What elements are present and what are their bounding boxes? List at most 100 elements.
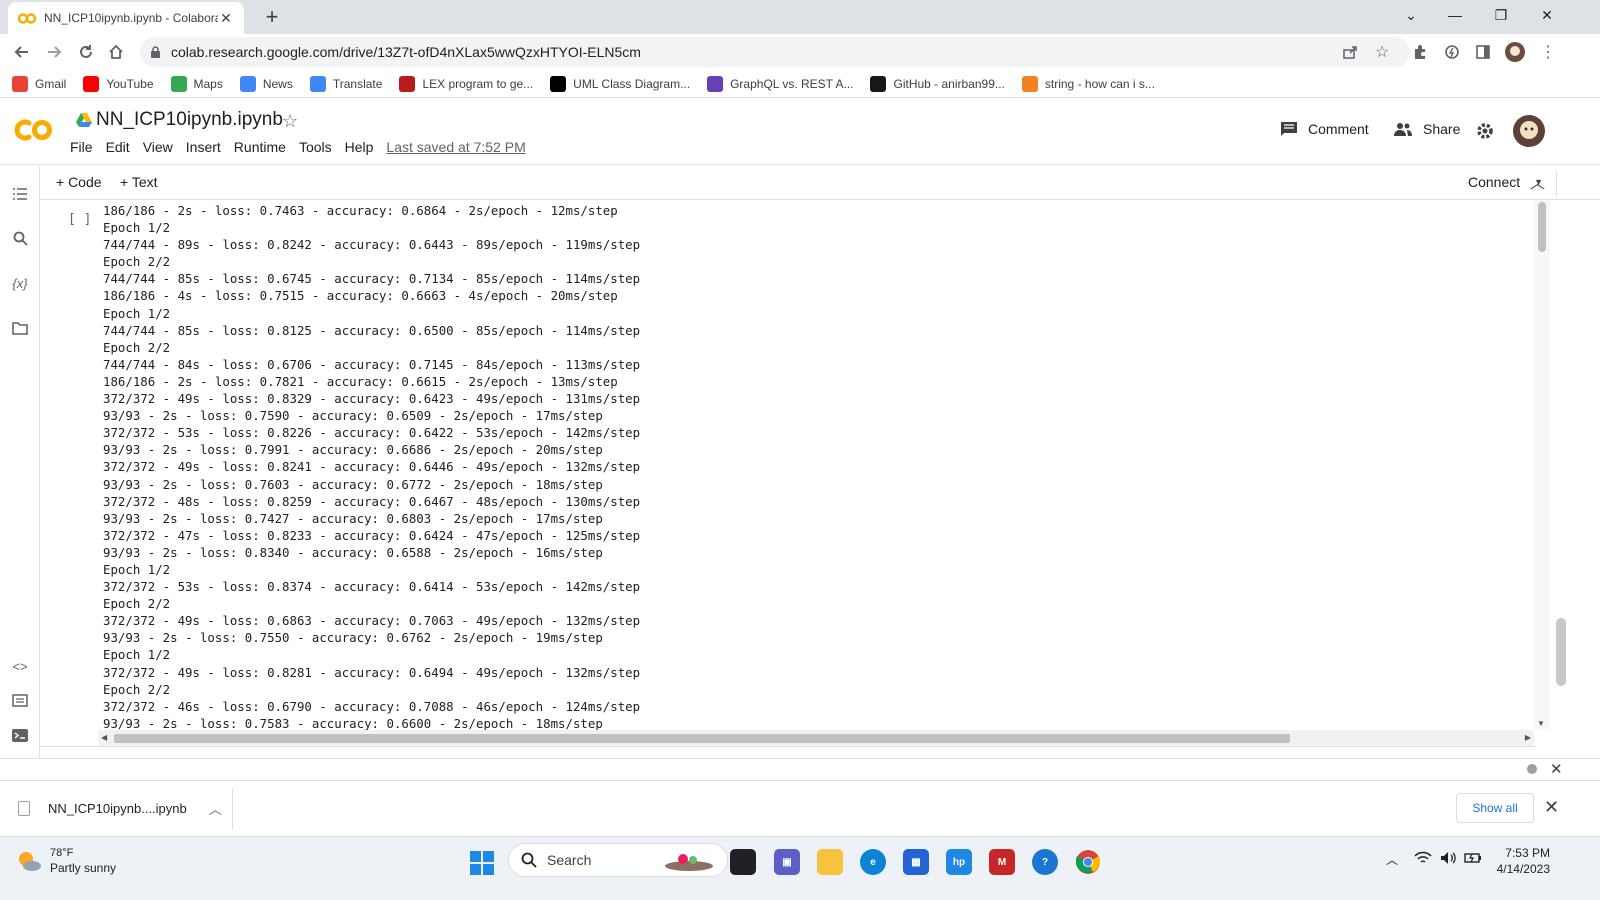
collapse-header-icon[interactable]: ︿ [1530,172,1545,193]
bookmark-label: LEX program to ge... [422,76,534,91]
menu-file[interactable]: File [70,139,93,155]
run-cell-marker[interactable]: [ ] [68,212,91,227]
weather-widget[interactable]: 78°F Partly sunny [16,847,116,875]
scroll-down-arrow-icon[interactable]: ▼ [1537,719,1545,728]
search-icon [521,852,537,868]
output-horizontal-scrollbar[interactable]: ◀ ▶ [98,730,1534,746]
bookmark-lex[interactable]: LEX program to ge... [399,75,534,92]
download-item[interactable]: NN_ICP10ipynb....ipynb ︿ [18,799,222,818]
command-palette-icon[interactable] [10,690,30,710]
file-explorer-icon[interactable] [817,849,843,875]
bookmarks-bar: Gmail YouTube Maps News Translate LEX program… [0,70,1600,98]
files-folder-icon[interactable] [10,318,30,338]
settings-gear-icon[interactable] [1476,122,1504,140]
add-text-button[interactable]: + Text [120,174,158,190]
output-line: 372/372 - 48s - loss: 0.8259 - accuracy:… [103,493,641,509]
vertical-scroll-thumb[interactable] [1538,202,1546,252]
bookmark-stackoverflow[interactable]: string - how can i s... [1021,75,1155,92]
output-line: 93/93 - 2s - loss: 0.8340 - accuracy: 0.… [103,544,603,560]
chrome-icon[interactable] [1075,849,1101,875]
colab-logo-icon[interactable] [14,115,54,145]
bookmark-star-icon[interactable]: ☆ [1372,42,1392,62]
close-shelf-icon[interactable]: ✕ [1544,797,1559,818]
restore-button[interactable]: ❐ [1478,0,1524,30]
scroll-right-arrow-icon[interactable]: ▶ [1525,733,1531,742]
menu-view[interactable]: View [143,139,173,155]
cell-output[interactable]: [ ] 186/186 - 2s - loss: 0.7463 - accura… [40,200,1534,730]
side-panel-icon[interactable] [1473,42,1493,62]
account-avatar[interactable] [1513,115,1555,147]
status-close-icon[interactable]: ✕ [1550,760,1563,778]
bookmark-github[interactable]: GitHub - anirban99... [870,75,1005,92]
table-of-contents-icon[interactable] [10,184,30,204]
output-line: Epoch 1/2 [103,647,171,663]
output-vertical-scrollbar[interactable]: ▼ [1534,200,1550,730]
teams-chat-icon[interactable]: ▣ [774,849,800,875]
bookmark-graphql[interactable]: GraphQL vs. REST A... [707,75,853,92]
task-view-icon[interactable] [730,849,756,875]
terminal-icon[interactable] [10,725,30,745]
profile-avatar-icon[interactable] [1505,42,1525,62]
star-notebook-icon[interactable]: ☆ [282,111,298,132]
bookmark-news[interactable]: News [239,75,293,92]
variables-icon[interactable]: {x} [10,273,30,293]
forward-button[interactable] [42,40,66,64]
bookmark-gmail[interactable]: Gmail [12,75,67,92]
show-hidden-icons-chevron[interactable]: ︿ [1386,851,1398,868]
microsoft-store-icon[interactable]: ▦ [903,849,929,875]
edge-browser-icon[interactable]: e [860,849,886,875]
last-saved-link[interactable]: Last saved at 7:52 PM [386,139,525,155]
bookmark-label: Gmail [35,76,67,91]
page-scrollbar-thumb[interactable] [1556,618,1566,686]
add-code-button[interactable]: + Code [56,174,102,190]
get-help-icon[interactable]: ? [1032,849,1058,875]
home-button[interactable] [104,40,128,64]
menu-edit[interactable]: Edit [106,139,130,155]
output-footer [40,746,1536,758]
browser-tab-active[interactable]: NN_ICP10ipynb.ipynb - Colabora ✕ [8,2,244,34]
tab-search-chevron-icon[interactable]: ⌄ [1388,0,1434,30]
reload-button[interactable] [74,40,98,64]
menu-tools[interactable]: Tools [299,139,332,155]
runtime-status-dot [1527,764,1537,774]
battery-icon[interactable] [1464,851,1482,868]
windows-start-icon[interactable] [470,851,494,875]
minimize-button[interactable]: — [1432,0,1478,30]
extensions-icon[interactable] [1410,42,1430,62]
clock-date: 4/14/2023 [1496,862,1550,876]
lex-icon [399,75,416,92]
window-close-button[interactable]: ✕ [1524,0,1570,30]
chevron-up-icon[interactable]: ︿ [209,799,222,818]
bookmark-maps[interactable]: Maps [170,75,223,92]
bookmark-translate[interactable]: Translate [309,75,382,92]
address-bar[interactable]: colab.research.google.com/drive/13Z7t-of… [140,37,1410,67]
wifi-icon[interactable] [1414,851,1432,868]
show-all-button[interactable]: Show all [1456,793,1534,823]
system-clock[interactable]: 7:53 PM 4/14/2023 [1486,845,1550,877]
code-snippets-icon[interactable]: <> [10,656,30,676]
myhp-icon[interactable]: hp [946,849,972,875]
mcafee-icon[interactable]: M [989,849,1015,875]
scroll-left-arrow-icon[interactable]: ◀ [101,733,107,742]
notebook-title[interactable]: NN_ICP10ipynb.ipynb [76,109,283,131]
performance-icon[interactable] [1442,42,1462,62]
browser-menu-icon[interactable]: ⋮ [1538,42,1558,62]
bookmark-medium[interactable]: UML Class Diagram... [550,75,690,92]
lock-icon[interactable] [150,45,161,59]
volume-icon[interactable] [1440,851,1458,868]
horizontal-scroll-thumb[interactable] [114,734,1290,743]
taskbar-search[interactable]: Search [508,843,728,877]
tab-close-icon[interactable]: ✕ [218,10,234,27]
comment-button[interactable]: Comment [1280,121,1369,137]
search-icon[interactable] [10,228,30,248]
menu-runtime[interactable]: Runtime [234,139,286,155]
share-button[interactable]: Share [1393,121,1460,137]
new-tab-button[interactable]: + [260,5,284,29]
back-button[interactable] [10,40,34,64]
menu-insert[interactable]: Insert [186,139,221,155]
output-line: 93/93 - 2s - loss: 0.7427 - accuracy: 0.… [103,510,603,526]
bookmark-youtube[interactable]: YouTube [83,75,154,92]
url-text: colab.research.google.com/drive/13Z7t-of… [171,44,641,60]
share-page-icon[interactable] [1340,42,1360,62]
menu-help[interactable]: Help [345,139,374,155]
